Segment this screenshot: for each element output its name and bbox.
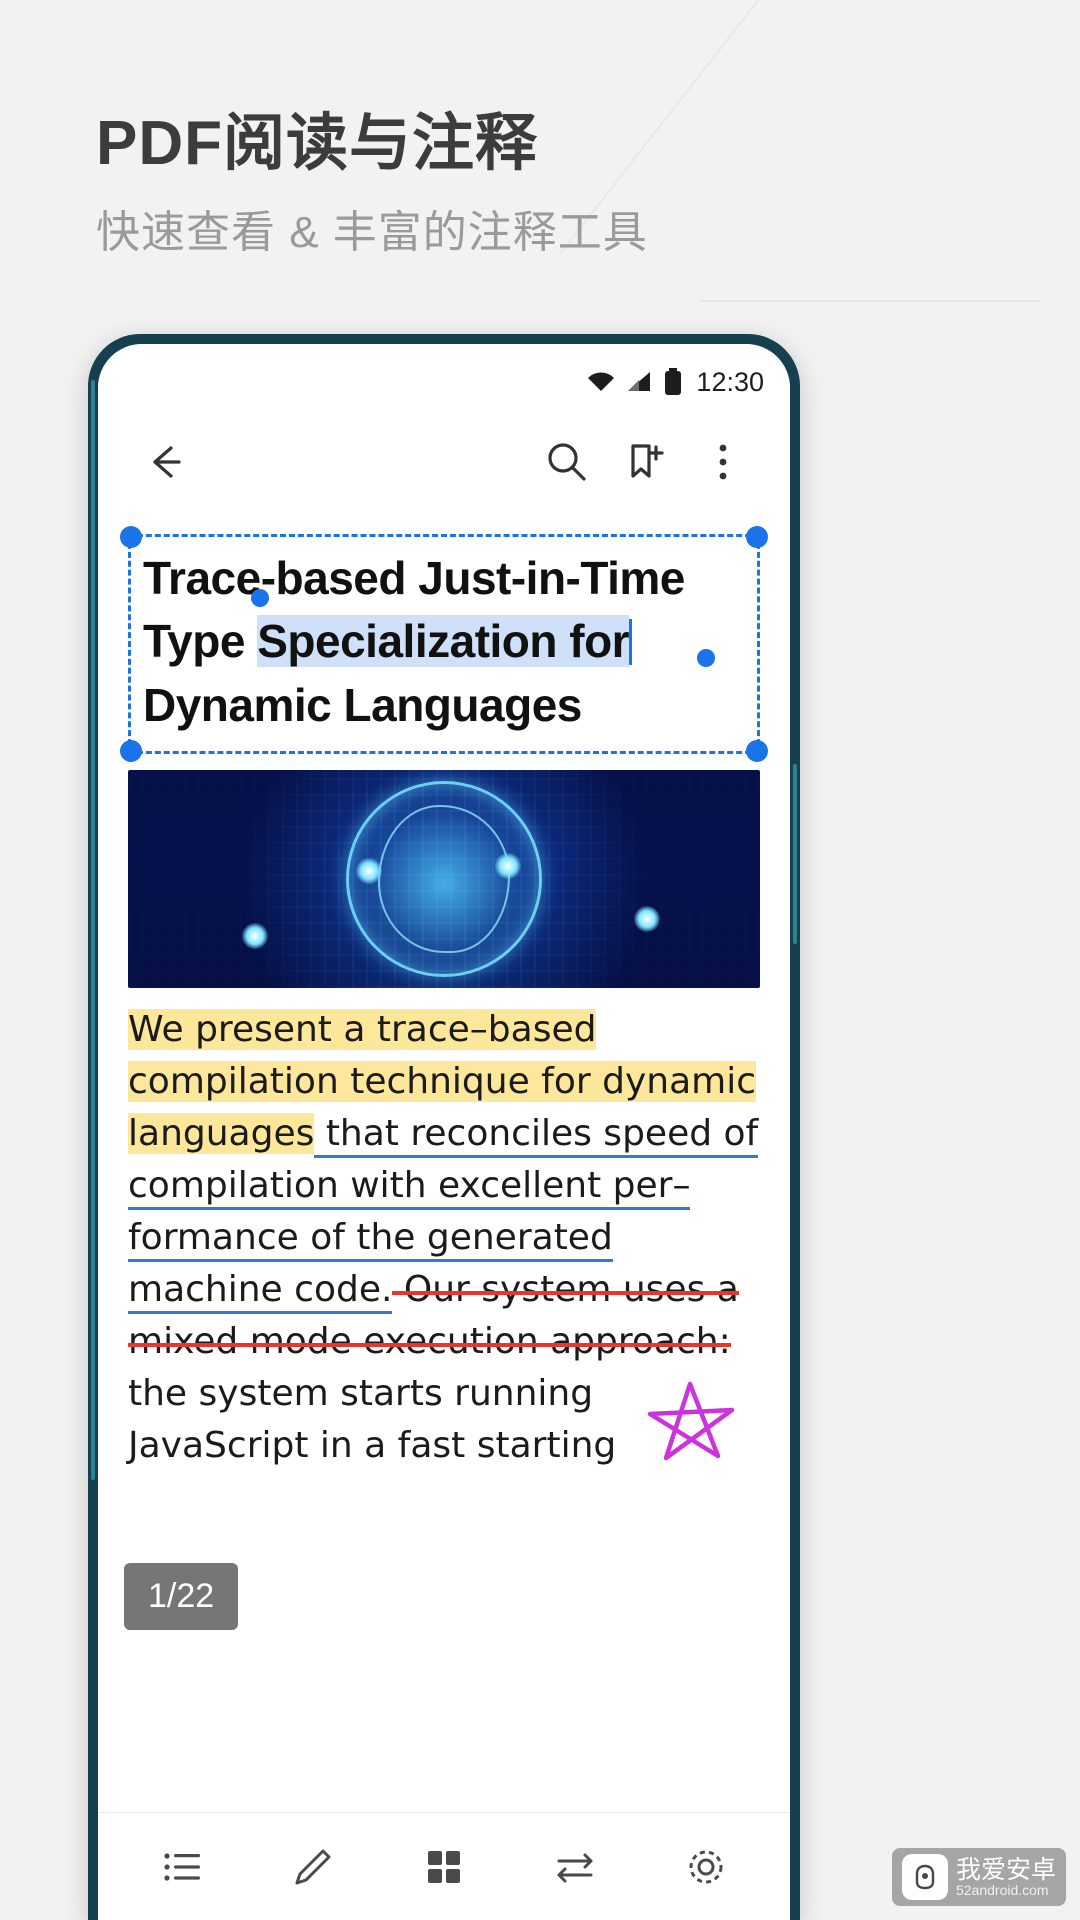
doc-title-line-2: Type Specialization for <box>143 610 745 673</box>
body-line-1: We present a trace–based <box>128 1009 597 1051</box>
page-title: PDF阅读与注释 <box>96 109 539 178</box>
page-indicator: 1/22 <box>124 1563 239 1630</box>
body-line-6: machine code. Our system uses a <box>128 1264 760 1316</box>
phone-mockup: 12:30 Trace-based Just-in-Time Type Spec… <box>88 334 800 1920</box>
body-line-4: compilation with excellent per– <box>128 1160 760 1212</box>
body-line-7: mixed mode execution approach: <box>128 1321 731 1363</box>
page-subtitle: 快速查看 & 丰富的注释工具 <box>96 208 648 257</box>
search-icon[interactable] <box>528 423 606 501</box>
bookmark-add-icon[interactable] <box>606 423 684 501</box>
doc-title-selected-text: Specialization for <box>257 615 630 668</box>
text-selection-box[interactable]: Trace-based Just-in-Time Type Specializa… <box>120 526 768 763</box>
body-line-3: languages that reconciles speed of <box>128 1108 760 1160</box>
watermark-logo-icon <box>901 1854 948 1900</box>
scroll-mode-icon[interactable] <box>532 1824 618 1910</box>
doc-title-line-2-prefix: Type <box>143 615 258 668</box>
signal-icon <box>626 370 654 394</box>
settings-gear-icon[interactable] <box>663 1824 749 1910</box>
wifi-icon <box>586 370 616 394</box>
app-bar <box>98 410 790 514</box>
status-bar: 12:30 <box>98 344 790 410</box>
doc-title-line-3: Dynamic Languages <box>143 678 582 731</box>
body-line-2: compilation technique for dynamic <box>128 1061 756 1103</box>
outline-icon[interactable] <box>139 1824 225 1910</box>
more-vertical-icon[interactable] <box>684 423 762 501</box>
bottom-toolbar <box>98 1812 790 1920</box>
battery-icon <box>664 368 682 396</box>
watermark-url: 52android.com <box>955 1881 1049 1898</box>
selection-handle-top-left[interactable] <box>120 526 142 548</box>
selection-handle-end[interactable] <box>697 649 715 667</box>
back-arrow-icon[interactable] <box>126 423 204 501</box>
ink-star-annotation[interactable] <box>636 1376 746 1477</box>
selection-handle-bottom-right[interactable] <box>746 740 768 763</box>
phone-side-highlight-left <box>91 380 95 1480</box>
phone-side-highlight-right <box>793 764 797 944</box>
selection-caret <box>629 619 633 666</box>
grid-thumbnails-icon[interactable] <box>401 1824 487 1910</box>
doc-title-line-1: Trace-based Just-in-Time <box>143 552 685 604</box>
status-bar-clock: 12:30 <box>696 366 764 397</box>
selection-handle-top-right[interactable] <box>746 526 768 548</box>
pdf-page[interactable]: Trace-based Just-in-Time Type Specializa… <box>98 514 790 1724</box>
body-line-5: formance of the generated <box>128 1212 760 1264</box>
document-figure-image <box>128 770 760 989</box>
selection-handle-start[interactable] <box>251 589 269 607</box>
pen-icon[interactable] <box>270 1824 356 1910</box>
phone-screen: 12:30 Trace-based Just-in-Time Type Spec… <box>98 344 790 1920</box>
watermark-title: 我爱安卓 <box>955 1855 1056 1884</box>
site-watermark: 我爱安卓 52android.com <box>891 1848 1066 1906</box>
selection-handle-bottom-left[interactable] <box>120 740 142 763</box>
